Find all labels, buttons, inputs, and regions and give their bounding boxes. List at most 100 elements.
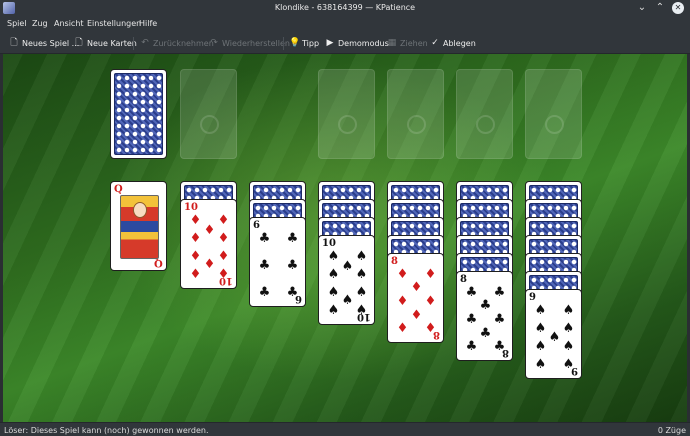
card-rank: 10 [322, 238, 336, 249]
suit-pip: ♠ [341, 259, 354, 274]
suit-pip: ♦ [189, 267, 202, 282]
suit-pip: ♠ [534, 321, 547, 336]
suit-pip: ♣ [258, 285, 271, 300]
foundation-3[interactable] [456, 69, 513, 159]
queen-portrait [120, 195, 159, 259]
suit-pip: ♦ [396, 294, 409, 309]
checkmark-icon: ✓ [431, 38, 439, 48]
waste-pile[interactable] [180, 69, 237, 159]
suit-pip: ♦ [410, 308, 423, 323]
menu-spiel[interactable]: Spiel [7, 19, 27, 28]
suit-pip: ♠ [562, 303, 575, 318]
suit-pip: ♦ [189, 249, 202, 264]
hint-button[interactable]: 💡 Tipp [289, 36, 319, 50]
suit-pip: ♦ [217, 249, 230, 264]
draw-button[interactable]: ▦ Ziehen [387, 36, 428, 50]
suit-pip: ♣ [493, 339, 506, 354]
suit-pip: ♦ [396, 267, 409, 282]
suit-pip: ♦ [217, 213, 230, 228]
menu-ansicht[interactable]: Ansicht [54, 19, 84, 28]
deal-label: Ablegen [443, 38, 476, 48]
tableau-card[interactable]: 8 8 ♦ ♦ ♦ ♦ ♦ ♦ ♦ ♦ [387, 253, 444, 343]
menu-zug[interactable]: Zug [32, 19, 48, 28]
suit-pip: ♠ [327, 249, 340, 264]
suit-pip: ♣ [493, 285, 506, 300]
redo-label: Wiederherstellen [222, 38, 290, 48]
suit-pip: ♠ [355, 303, 368, 318]
suit-pip: ♣ [493, 312, 506, 327]
suit-pip: ♣ [465, 339, 478, 354]
lightbulb-icon: 💡 [289, 38, 301, 48]
game-table[interactable]: Q Q 10 10 ♦ ♦ ♦ ♦ ♦ ♦ ♦ ♦ ♦ ♦ 6 6 ♣ ♣ ♣ ♣ ♣ ♣ 10 10 ♠ ♠ ♠ ♠ ♠ ♠ ♠ ♠ ♠ ♠ 8 8… [3, 54, 687, 422]
suit-pip: ♦ [424, 267, 437, 282]
new-cards-button[interactable]: 🗋 Neue Karten [74, 36, 137, 50]
status-bar: Löser: Dieses Spiel kann (noch) gewonnen… [0, 422, 690, 436]
suit-pip: ♣ [479, 326, 492, 341]
undo-button[interactable]: ↶ Zurücknehmen [140, 36, 214, 50]
suit-pip: ♠ [355, 249, 368, 264]
suit-pip: ♣ [465, 312, 478, 327]
tableau-card[interactable]: 10 10 ♠ ♠ ♠ ♠ ♠ ♠ ♠ ♠ ♠ ♠ [318, 235, 375, 325]
deal-button[interactable]: ✓ Ablegen [430, 36, 476, 50]
new-game-button[interactable]: 🗋 Neues Spiel ... [9, 36, 79, 50]
draw-label: Ziehen [400, 38, 428, 48]
tableau-card[interactable]: 9 9 ♠ ♠ ♠ ♠ ♠ ♠ ♠ ♠ ♠ [525, 289, 582, 379]
redo-button[interactable]: ↷ Wiederherstellen [209, 36, 290, 50]
title-bar: Klondike - 638164399 — KPatience ⌄ ⌃ ✕ [0, 0, 690, 16]
new-game-label: Neues Spiel ... [22, 38, 80, 48]
menu-bar: Spiel Zug Ansicht Einstellungen Hilfe [0, 16, 690, 32]
toolbar-separator [283, 37, 284, 50]
suit-pip: ♠ [562, 339, 575, 354]
suit-pip: ♣ [286, 285, 299, 300]
suit-pip: ♠ [341, 293, 354, 308]
suit-pip: ♠ [534, 303, 547, 318]
suit-pip: ♠ [548, 330, 561, 345]
card-rank: 6 [253, 220, 260, 231]
stock-pile[interactable] [110, 69, 167, 159]
suit-pip: ♦ [203, 223, 216, 238]
menu-einstellungen[interactable]: Einstellungen [87, 19, 141, 28]
suit-pip: ♦ [396, 321, 409, 336]
foundation-4[interactable] [525, 69, 582, 159]
undo-icon: ↶ [141, 38, 149, 48]
suit-pip: ♠ [562, 357, 575, 372]
toolbar: 🗋 Neues Spiel ... 🗋 Neue Karten ↶ Zurück… [0, 32, 690, 54]
suit-pip: ♠ [534, 357, 547, 372]
card-rank: 9 [529, 292, 536, 303]
foundation-1[interactable] [318, 69, 375, 159]
suit-pip: ♠ [327, 285, 340, 300]
suit-pip: ♠ [327, 267, 340, 282]
tableau-card[interactable]: 8 8 ♣ ♣ ♣ ♣ ♣ ♣ ♣ ♣ [456, 271, 513, 361]
foundation-2[interactable] [387, 69, 444, 159]
play-icon: ▶ [326, 38, 334, 48]
chevron-up-icon[interactable]: ⌃ [654, 2, 666, 14]
demo-button[interactable]: ▶ Demomodus [325, 36, 389, 50]
suit-pip: ♠ [355, 267, 368, 282]
tableau-card[interactable]: 10 10 ♦ ♦ ♦ ♦ ♦ ♦ ♦ ♦ ♦ ♦ [180, 199, 237, 289]
suit-pip: ♠ [562, 321, 575, 336]
suit-pip: ♣ [465, 285, 478, 300]
suit-pip: ♦ [410, 280, 423, 295]
suit-pip: ♣ [479, 298, 492, 313]
window-title: Klondike - 638164399 — KPatience [274, 3, 416, 12]
suit-pip: ♦ [189, 213, 202, 228]
tableau-card[interactable]: QQ [110, 181, 167, 271]
new-document-icon: 🗋 [10, 38, 18, 48]
tableau-card[interactable]: 6 6 ♣ ♣ ♣ ♣ ♣ ♣ [249, 217, 306, 307]
card-rank: 8 [391, 256, 398, 267]
suit-pip: ♠ [534, 339, 547, 354]
new-cards-label: Neue Karten [87, 38, 137, 48]
suit-pip: ♣ [258, 258, 271, 273]
suit-pip: ♦ [217, 267, 230, 282]
redo-icon: ↷ [210, 38, 218, 48]
suit-pip: ♦ [203, 257, 216, 272]
toolbar-separator [133, 37, 134, 50]
card-rank: 10 [184, 202, 198, 213]
menu-hilfe[interactable]: Hilfe [139, 19, 157, 28]
close-icon[interactable]: ✕ [672, 2, 684, 14]
new-cards-icon: 🗋 [75, 38, 83, 48]
chevron-down-icon[interactable]: ⌄ [636, 2, 648, 14]
move-counter: 0 Züge [657, 426, 686, 435]
suit-pip: ♣ [258, 231, 271, 246]
solver-status: Löser: Dieses Spiel kann (noch) gewonnen… [4, 426, 209, 435]
